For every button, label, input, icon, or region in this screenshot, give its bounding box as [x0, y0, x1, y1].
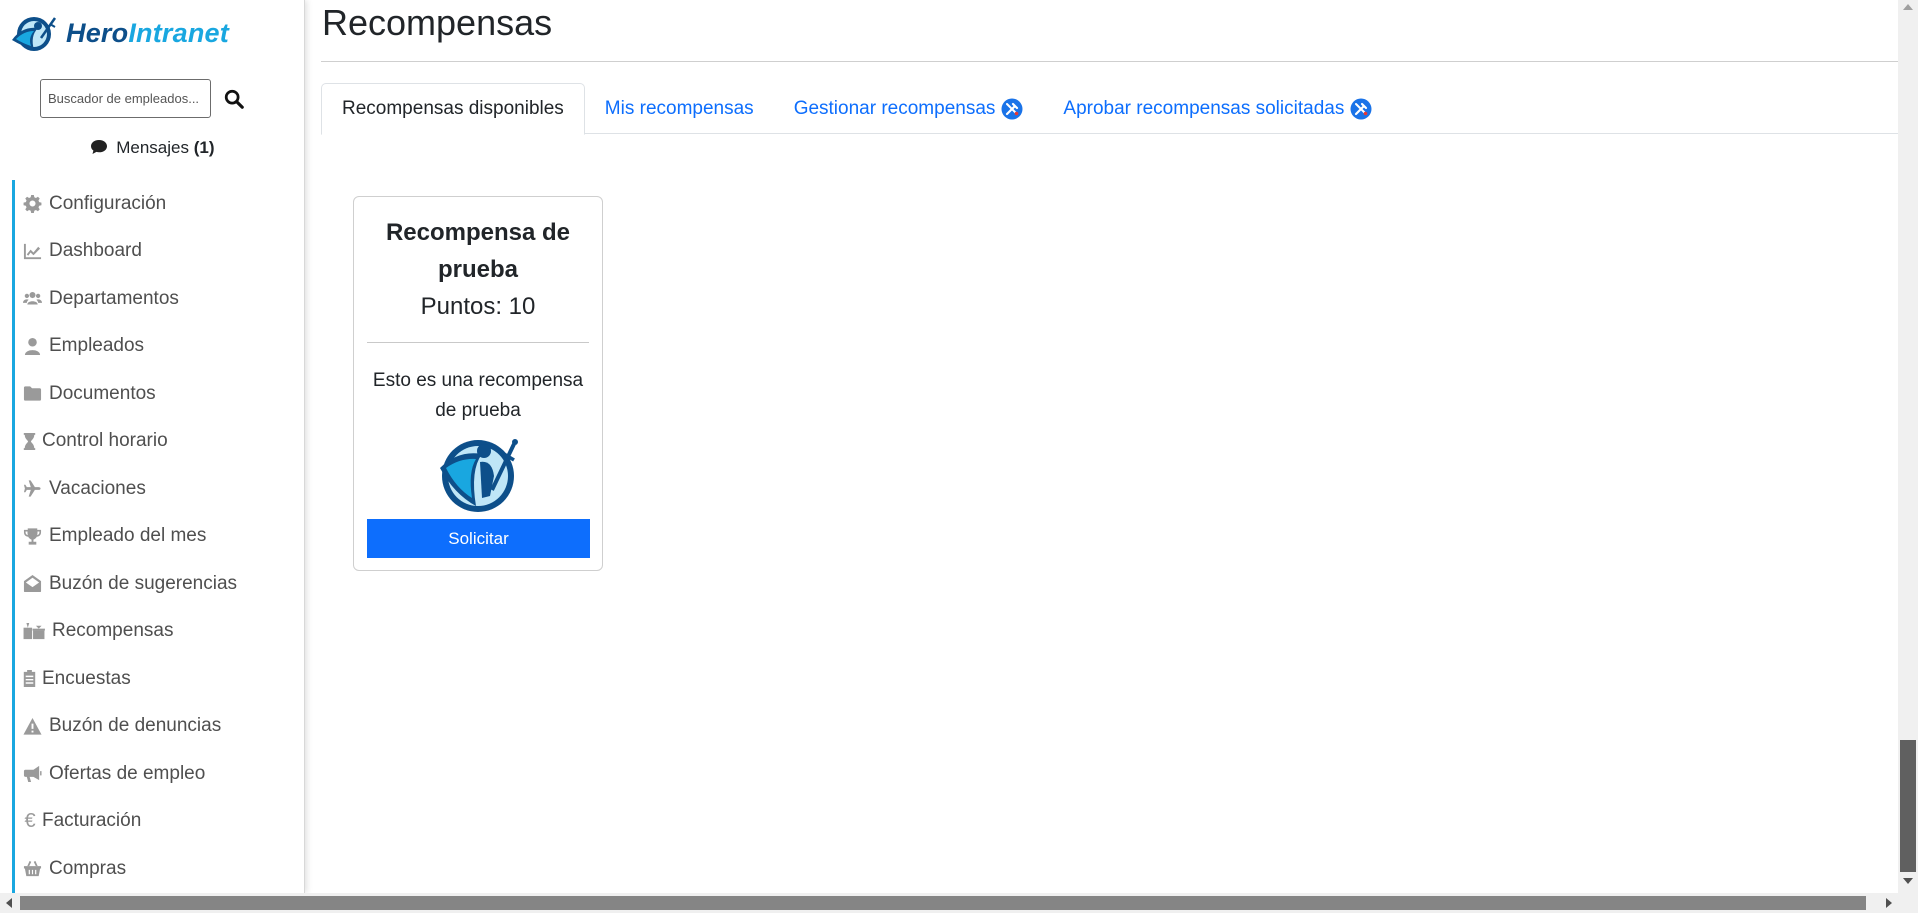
rewards-tabs: Recompensas disponibles Mis recompensas …	[321, 83, 1901, 135]
tab-aprobar-recompensas[interactable]: Aprobar recompensas solicitadas	[1043, 83, 1392, 134]
sidebar-item-recompensas[interactable]: Recompensas	[12, 607, 302, 655]
tab-label: Gestionar recompensas	[793, 97, 996, 119]
sidebar-item-facturacion[interactable]: € Facturación	[12, 797, 302, 845]
sidebar-item-buzon-sugerencias[interactable]: Buzón de sugerencias	[12, 560, 302, 608]
tab-mis-recompensas[interactable]: Mis recompensas	[585, 83, 774, 134]
horizontal-scrollbar[interactable]	[0, 893, 1918, 913]
comment-icon	[91, 140, 108, 154]
title-divider	[321, 61, 1901, 62]
sidebar-item-control-horario[interactable]: Control horario	[12, 417, 302, 465]
hero-logo-icon	[440, 439, 518, 512]
sidebar-item-ofertas-empleo[interactable]: Ofertas de empleo	[12, 750, 302, 798]
messages-link[interactable]: Mensajes (1)	[0, 138, 305, 158]
search-icon[interactable]	[223, 88, 245, 110]
sidebar-nav: Configuración Dashboard Departamentos Em…	[12, 180, 302, 893]
admin-tools-icon	[1350, 98, 1372, 119]
sidebar-item-label: Facturación	[42, 810, 142, 832]
envelope-open-icon	[22, 573, 43, 594]
sidebar-item-empleados[interactable]: Empleados	[12, 322, 302, 370]
sidebar-item-empleado-del-mes[interactable]: Empleado del mes	[12, 512, 302, 560]
sidebar-item-label: Compras	[49, 857, 127, 879]
brand-name: HeroIntranet	[66, 17, 229, 48]
sidebar-item-compras[interactable]: Compras	[12, 845, 302, 893]
sidebar-item-label: Encuestas	[42, 667, 131, 689]
reward-card: Recompensa de prueba Puntos: 10 Esto es …	[353, 196, 603, 571]
tab-label: Mis recompensas	[604, 97, 754, 119]
sidebar-item-label: Control horario	[42, 430, 168, 452]
sidebar-item-departamentos[interactable]: Departamentos	[12, 275, 302, 323]
card-divider	[367, 342, 589, 343]
scrollbar-thumb[interactable]	[20, 896, 1866, 910]
plane-icon	[22, 478, 43, 499]
messages-count: (1)	[193, 138, 215, 157]
chart-line-icon	[22, 241, 43, 262]
scrollbar-corner	[1898, 893, 1918, 913]
vertical-scrollbar[interactable]	[1898, 0, 1918, 893]
sidebar-item-label: Departamentos	[49, 287, 179, 309]
tab-label: Recompensas disponibles	[342, 98, 564, 119]
scroll-up-icon[interactable]	[1903, 4, 1913, 10]
user-icon	[22, 336, 43, 357]
sidebar-item-label: Buzón de denuncias	[49, 715, 222, 737]
hero-logo-icon	[12, 17, 57, 51]
sidebar-item-label: Recompensas	[52, 620, 174, 642]
app: HeroIntranet Mensajes (1) Configuración	[0, 0, 1918, 913]
sidebar-item-label: Dashboard	[49, 240, 142, 262]
clipboard-list-icon	[22, 668, 37, 689]
euro-icon: €	[24, 809, 36, 832]
sidebar-item-encuestas[interactable]: Encuestas	[12, 655, 302, 703]
sidebar-item-configuracion[interactable]: Configuración	[12, 180, 302, 228]
reward-title: Recompensa de prueba	[385, 219, 571, 283]
scrollbar-thumb[interactable]	[1900, 740, 1916, 872]
sidebar-item-label: Empleados	[49, 335, 145, 357]
tab-recompensas-disponibles[interactable]: Recompensas disponibles	[321, 83, 585, 135]
admin-tools-icon	[1001, 98, 1023, 119]
reward-description: Esto es una recompensa de prueba	[372, 370, 584, 421]
gifts-icon	[22, 621, 46, 642]
sidebar-item-buzon-denuncias[interactable]: Buzón de denuncias	[12, 702, 302, 750]
warning-icon	[22, 716, 43, 737]
reward-points: Puntos: 10	[420, 293, 536, 320]
hourglass-icon	[22, 431, 37, 452]
sidebar-item-label: Empleado del mes	[49, 525, 207, 547]
sidebar-item-label: Vacaciones	[49, 477, 146, 499]
sidebar-item-label: Documentos	[49, 382, 156, 404]
gear-icon	[22, 193, 43, 214]
users-icon	[22, 288, 43, 309]
scroll-right-icon[interactable]	[1886, 898, 1892, 908]
tab-gestionar-recompensas[interactable]: Gestionar recompensas	[774, 83, 1044, 134]
sidebar-item-dashboard[interactable]: Dashboard	[12, 227, 302, 275]
search-input[interactable]	[40, 79, 211, 118]
sidebar-item-vacaciones[interactable]: Vacaciones	[12, 465, 302, 513]
folder-icon	[22, 383, 43, 404]
brand[interactable]: HeroIntranet	[8, 12, 229, 54]
sidebar-item-label: Ofertas de empleo	[49, 762, 206, 784]
scroll-down-icon[interactable]	[1903, 878, 1913, 884]
sidebar: HeroIntranet Mensajes (1) Configuración	[0, 0, 305, 893]
sidebar-item-label: Buzón de sugerencias	[49, 572, 238, 594]
employee-search	[40, 79, 245, 118]
page-title: Recompensas	[322, 2, 553, 43]
basket-icon	[22, 858, 43, 879]
scroll-left-icon[interactable]	[6, 898, 12, 908]
trophy-icon	[22, 526, 43, 547]
request-reward-button[interactable]: Solicitar	[367, 519, 590, 558]
sidebar-item-label: Configuración	[49, 192, 167, 214]
bullhorn-icon	[22, 763, 43, 784]
tab-label: Aprobar recompensas solicitadas	[1063, 97, 1345, 119]
sidebar-item-documentos[interactable]: Documentos	[12, 370, 302, 418]
messages-label: Mensajes	[116, 138, 189, 157]
